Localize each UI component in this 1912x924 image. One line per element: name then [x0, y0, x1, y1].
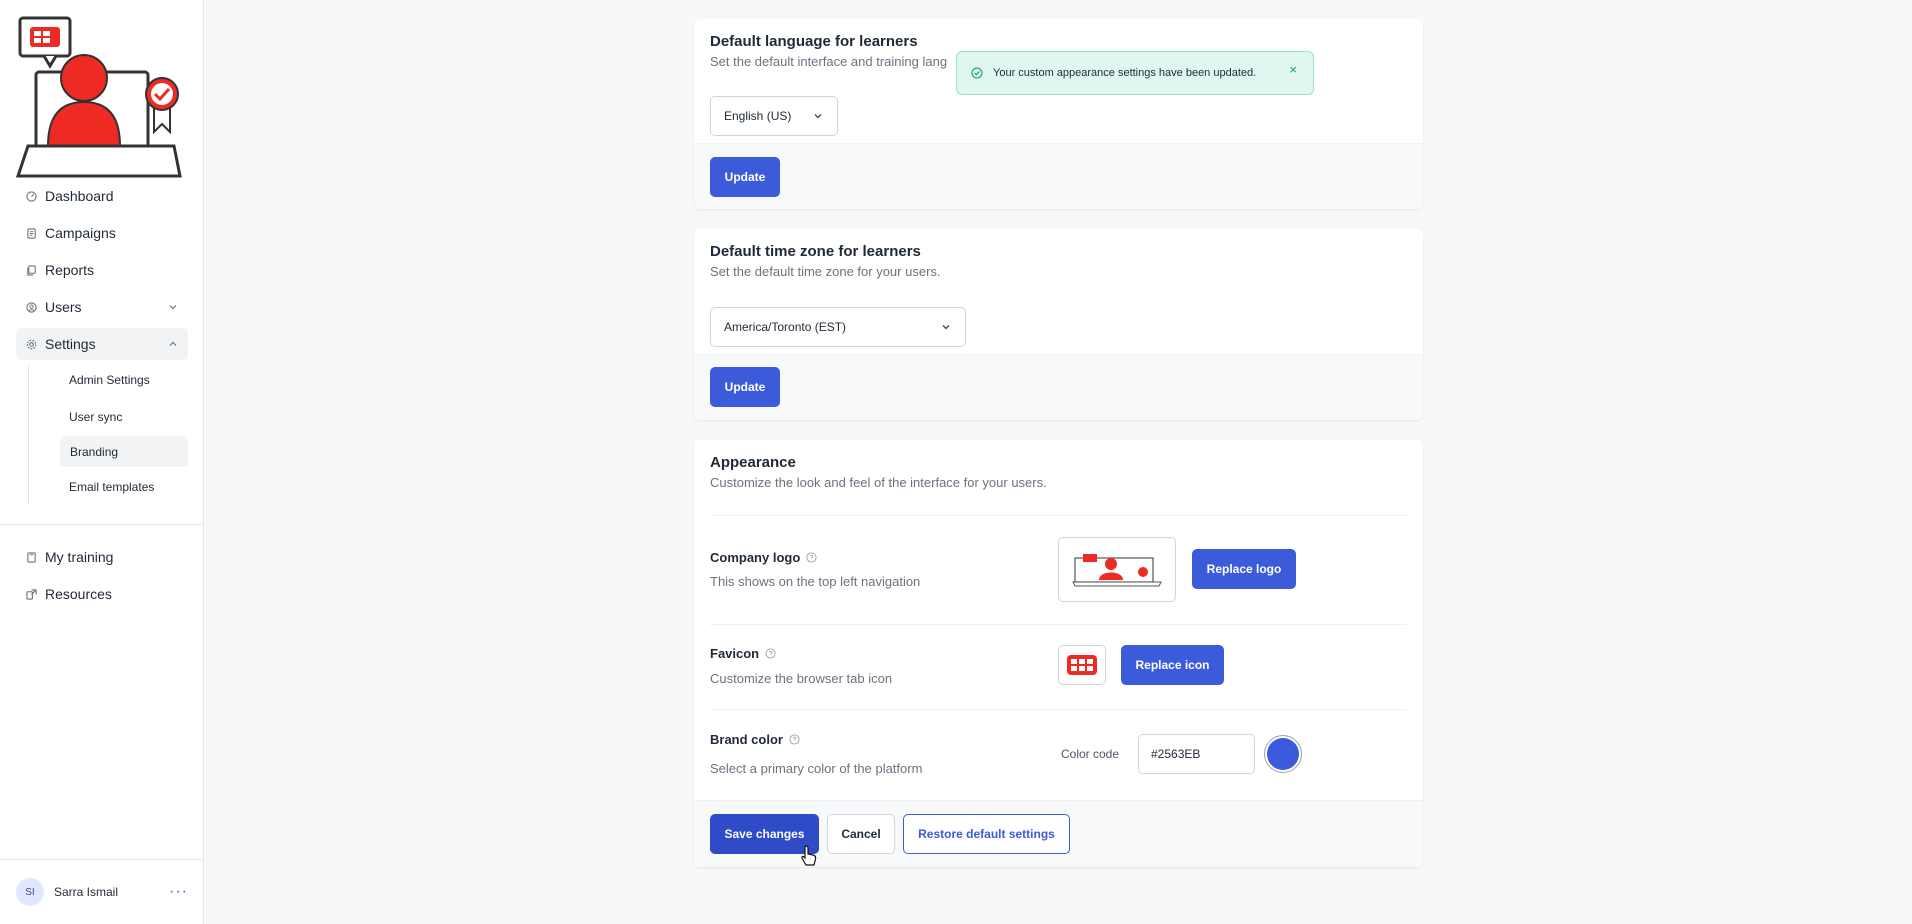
- brand-color-label-text: Brand color: [710, 732, 783, 747]
- nav-label: Resources: [45, 586, 112, 602]
- color-code-label: Color code: [1061, 747, 1120, 761]
- logo-preview-icon: [1072, 553, 1162, 586]
- hand-cursor-icon: [801, 845, 817, 866]
- favicon-icon: [1067, 655, 1097, 675]
- language-card: Default language for learners Set the de…: [694, 19, 1423, 209]
- user-circle-icon: [26, 301, 37, 313]
- nav-settings[interactable]: Settings: [16, 328, 188, 360]
- nav-my-training[interactable]: My training: [16, 541, 188, 573]
- timezone-select-value: America/Toronto (EST): [724, 320, 847, 334]
- brand-color-label: Brand color: [710, 732, 922, 747]
- color-code-input[interactable]: [1138, 734, 1255, 774]
- language-select[interactable]: English (US): [710, 96, 838, 136]
- language-update-button[interactable]: Update: [710, 157, 780, 197]
- user-name: Sarra Ismail: [54, 885, 119, 899]
- language-card-title: Default language for learners: [710, 33, 918, 50]
- timezone-select[interactable]: America/Toronto (EST): [710, 307, 966, 347]
- settings-subnav: Admin Settings User sync Branding Email …: [28, 364, 188, 504]
- favicon-row: Favicon Customize the browser tab icon R…: [710, 624, 1407, 709]
- chevron-down-icon: [940, 321, 952, 333]
- company-logo[interactable]: [14, 14, 190, 182]
- nav-resources[interactable]: Resources: [16, 578, 188, 610]
- timezone-update-button[interactable]: Update: [710, 367, 780, 407]
- logo-illustration-icon: [15, 16, 182, 178]
- nav-label: Campaigns: [45, 225, 116, 241]
- company-logo-preview: [1058, 537, 1176, 602]
- timezone-card-description: Set the default time zone for your users…: [710, 264, 941, 279]
- favicon-label-text: Favicon: [710, 646, 760, 661]
- copy-icon: [26, 264, 37, 276]
- help-icon[interactable]: [806, 552, 817, 563]
- subnav-email-templates[interactable]: Email templates: [44, 471, 188, 502]
- nav-users[interactable]: Users: [16, 291, 188, 323]
- sidebar: Dashboard Campaigns Reports Users Settin…: [0, 0, 204, 924]
- company-logo-description: This shows on the top left navigation: [710, 574, 921, 589]
- chevron-down-icon: [168, 302, 178, 312]
- main-nav: Dashboard Campaigns Reports Users Settin…: [16, 180, 188, 360]
- brand-color-row: Brand color Select a primary color of th…: [710, 709, 1407, 799]
- company-logo-row: Company logo This shows on the top left …: [710, 515, 1407, 624]
- company-logo-label: Company logo: [710, 550, 920, 565]
- color-swatch-fill: [1267, 738, 1299, 770]
- nav-campaigns[interactable]: Campaigns: [16, 217, 188, 249]
- nav-reports[interactable]: Reports: [16, 254, 188, 286]
- nav-dashboard[interactable]: Dashboard: [16, 180, 188, 212]
- timezone-card: Default time zone for learners Set the d…: [694, 229, 1423, 420]
- nav-label: My training: [45, 549, 114, 565]
- book-icon: [26, 551, 37, 563]
- favicon-description: Customize the browser tab icon: [710, 671, 893, 686]
- gear-icon: [26, 339, 37, 350]
- close-icon[interactable]: ×: [1289, 62, 1297, 77]
- company-logo-label-text: Company logo: [710, 550, 801, 565]
- favicon-preview: [1058, 645, 1106, 685]
- cancel-button[interactable]: Cancel: [827, 814, 895, 854]
- timezone-card-title: Default time zone for learners: [710, 243, 921, 260]
- success-toast: Your custom appearance settings have bee…: [956, 51, 1314, 95]
- more-options-icon[interactable]: ···: [169, 883, 188, 901]
- nav-label: Users: [45, 299, 82, 315]
- appearance-card-description: Customize the look and feel of the inter…: [710, 475, 1047, 490]
- subnav-admin-settings[interactable]: Admin Settings: [44, 364, 188, 395]
- secondary-nav: My training Resources: [16, 541, 188, 610]
- brand-color-description: Select a primary color of the platform: [710, 761, 923, 776]
- replace-logo-button[interactable]: Replace logo: [1192, 549, 1296, 589]
- nav-label: Settings: [45, 336, 96, 352]
- appearance-card: Appearance Customize the look and feel o…: [694, 440, 1423, 867]
- document-icon: [26, 227, 37, 239]
- nav-label: Dashboard: [45, 188, 114, 204]
- toast-message: Your custom appearance settings have bee…: [993, 67, 1257, 79]
- user-profile[interactable]: SI Sarra Ismail ···: [0, 859, 204, 924]
- appearance-card-title: Appearance: [710, 454, 796, 471]
- replace-icon-button[interactable]: Replace icon: [1121, 645, 1224, 685]
- subnav-user-sync[interactable]: User sync: [44, 401, 188, 432]
- help-icon[interactable]: [765, 648, 776, 659]
- language-select-value: English (US): [724, 109, 792, 123]
- help-icon[interactable]: [789, 734, 800, 745]
- timezone-card-footer: Update: [694, 354, 1423, 420]
- avatar: SI: [16, 878, 44, 906]
- color-picker-swatch[interactable]: [1264, 735, 1302, 773]
- restore-defaults-button[interactable]: Restore default settings: [903, 814, 1070, 854]
- link-icon: [26, 588, 37, 600]
- gauge-icon: [26, 190, 37, 202]
- check-circle-icon: [971, 67, 983, 79]
- nav-label: Reports: [45, 262, 95, 278]
- chevron-up-icon: [168, 339, 178, 349]
- language-card-footer: Update: [694, 143, 1423, 209]
- favicon-label: Favicon: [710, 646, 892, 661]
- chevron-down-icon: [812, 110, 824, 122]
- subnav-branding[interactable]: Branding: [60, 436, 188, 467]
- sidebar-divider: [0, 524, 204, 525]
